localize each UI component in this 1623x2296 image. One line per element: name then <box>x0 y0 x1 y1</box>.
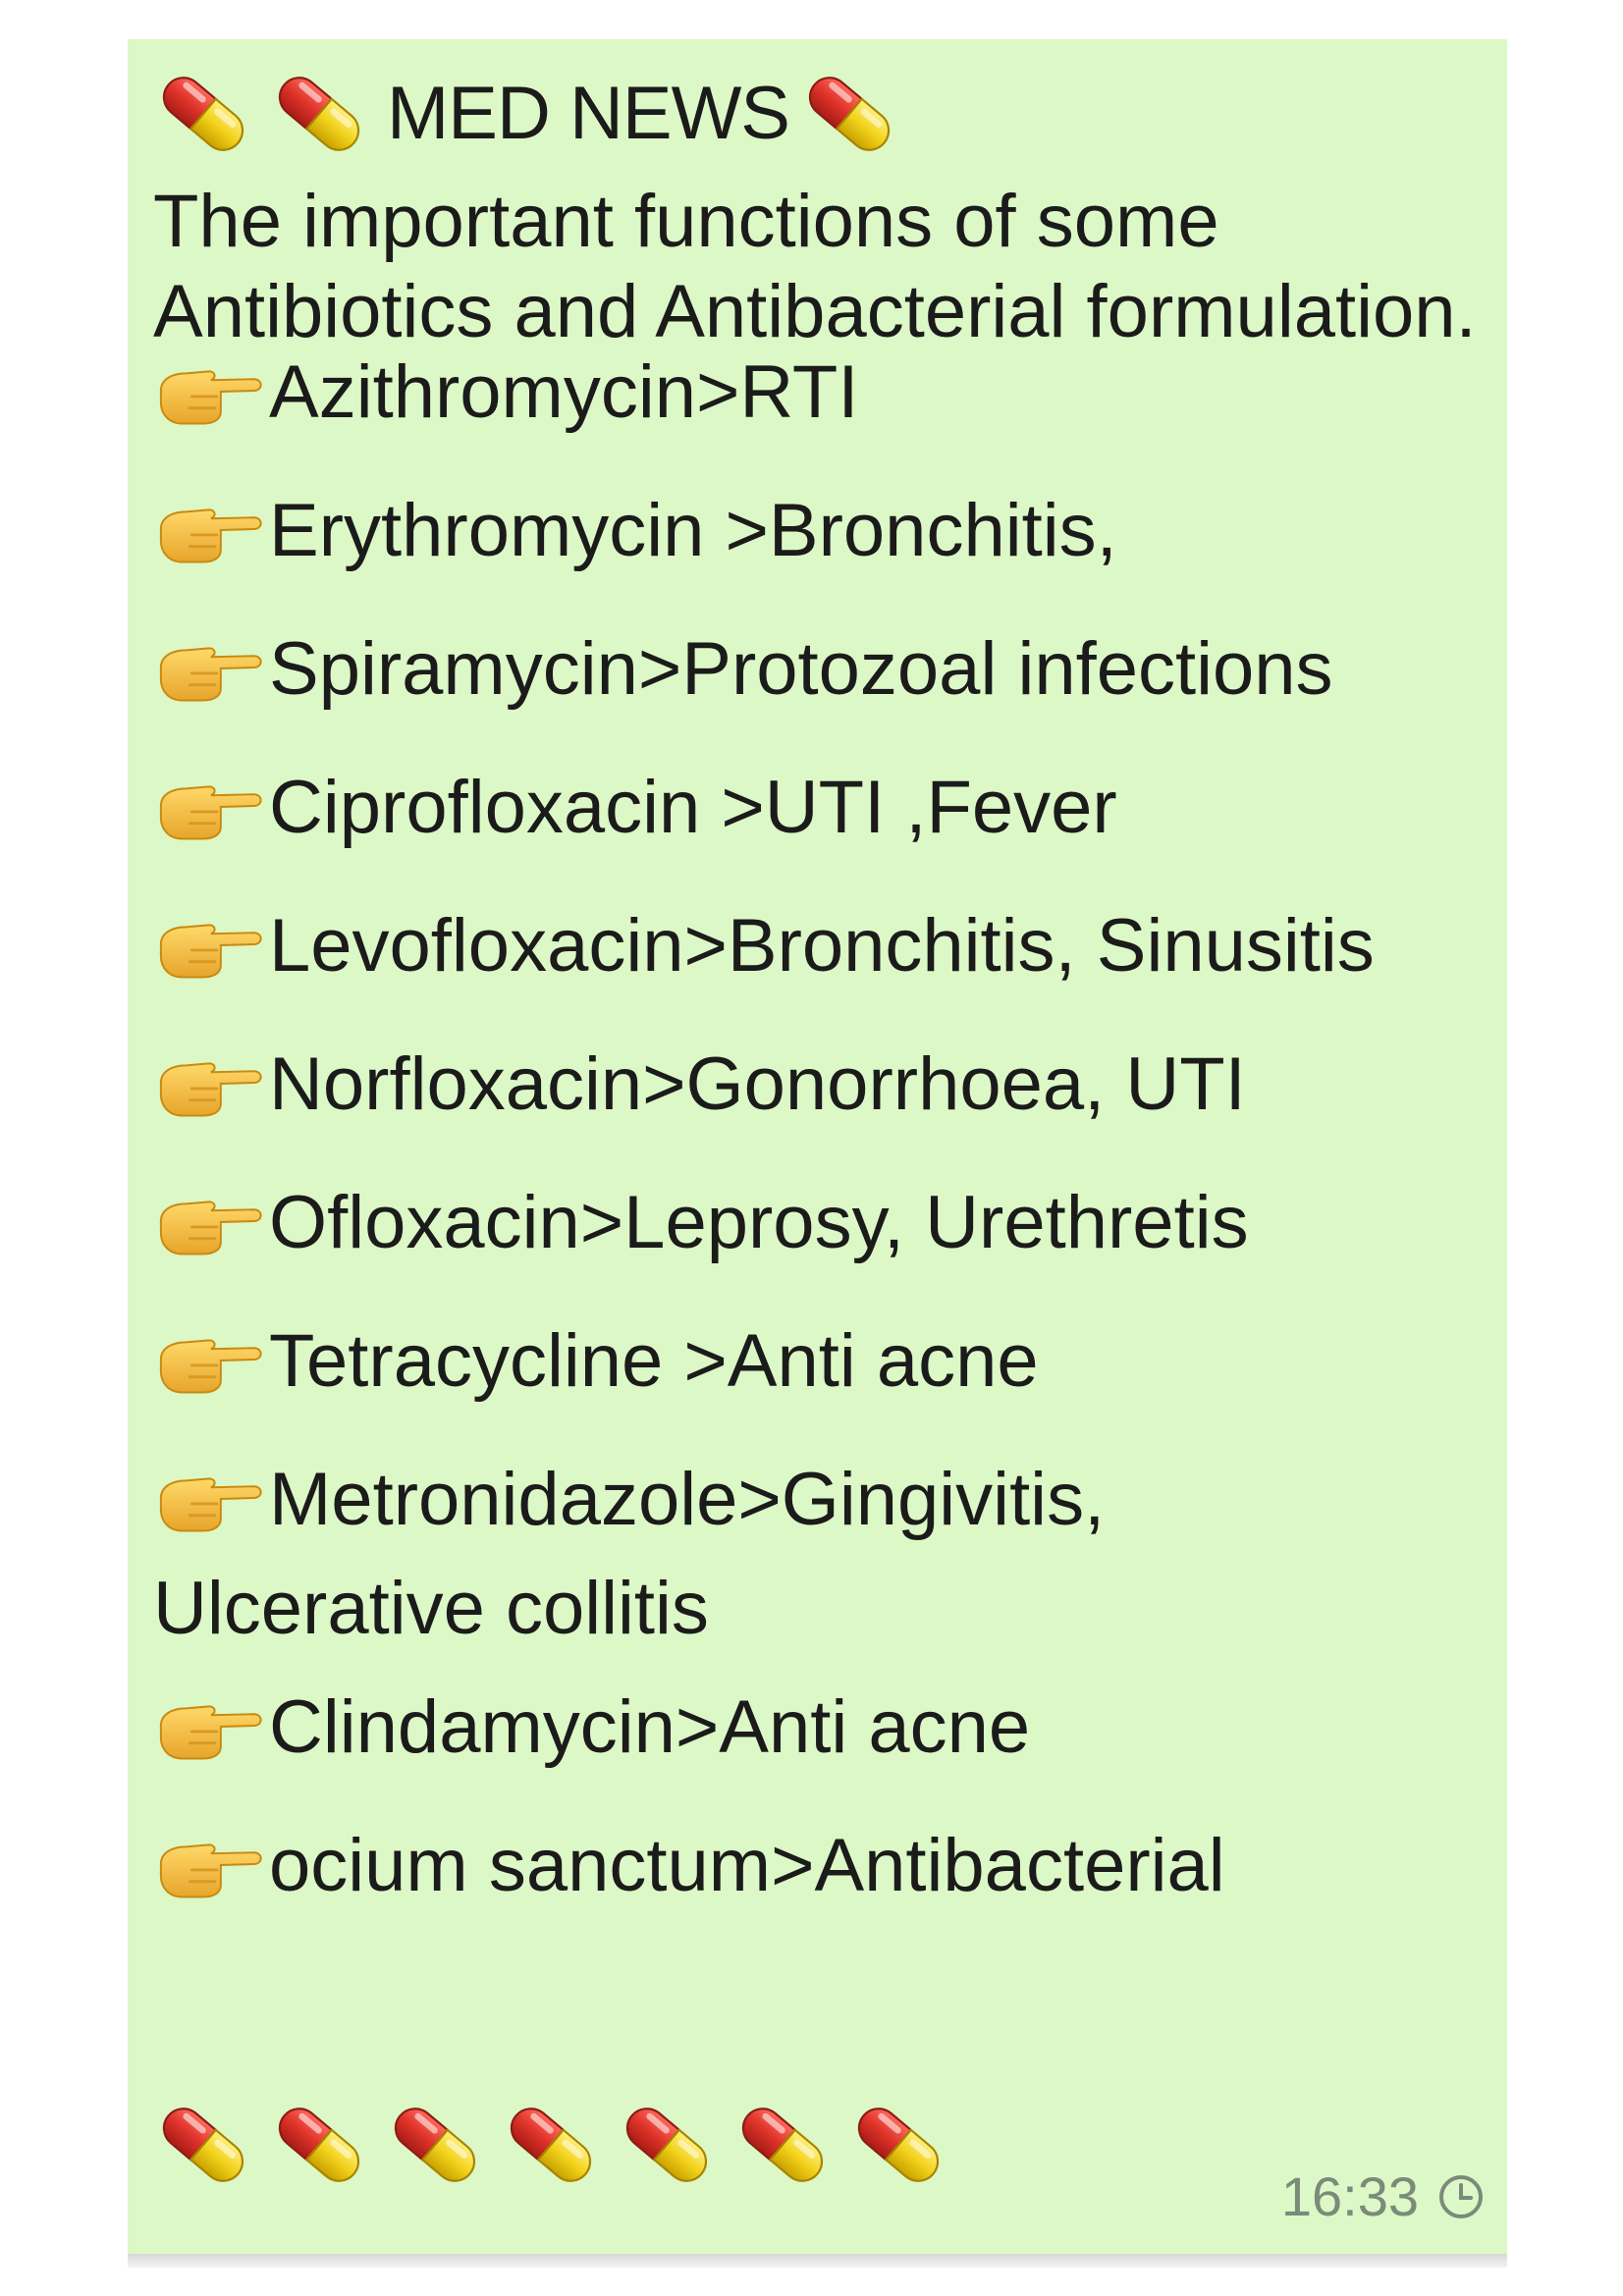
list-item: Clindamycin>Anti acne <box>153 1674 1030 1782</box>
list-item-text: Norfloxacin>Gonorrhoea, UTI <box>269 1042 1246 1126</box>
pill-capsule-icon <box>497 2091 605 2199</box>
footer-pill-row <box>149 2091 952 2199</box>
pointing-hand-icon <box>153 769 269 847</box>
pointing-hand-icon <box>153 1688 269 1767</box>
pointing-hand-icon <box>153 1461 269 1539</box>
list-item-text: Metronidazole>Gingivitis, <box>269 1458 1106 1541</box>
list-item: Norfloxacin>Gonorrhoea, UTI <box>153 1031 1246 1139</box>
list-item-text: Erythromycin >Bronchitis, <box>269 489 1117 572</box>
intro-text: The important functions of some Antibiot… <box>153 180 1477 353</box>
message-timestamp-area: 16:33 <box>1281 2164 1486 2228</box>
pill-capsule-icon <box>844 2091 952 2199</box>
pill-capsule-icon <box>795 60 903 168</box>
list-item: Ciprofloxacin >UTI ,Fever <box>153 754 1117 862</box>
list-item: Ofloxacin>Leprosy, Urethretis <box>153 1169 1249 1277</box>
pointing-hand-icon <box>153 1322 269 1401</box>
list-item-text: Levofloxacin>Bronchitis, Sinusitis <box>269 904 1375 988</box>
pointing-hand-icon <box>153 1827 269 1905</box>
pill-capsule-icon <box>729 2091 837 2199</box>
list-item: ocium sanctum>Antibacterial <box>153 1812 1225 1920</box>
list-item-text: Ofloxacin>Leprosy, Urethretis <box>269 1181 1249 1264</box>
pointing-hand-icon <box>153 907 269 986</box>
pill-capsule-icon <box>265 2091 373 2199</box>
list-item-text: Azithromycin>RTI <box>269 350 859 434</box>
list-item: Azithromycin>RTI <box>153 339 858 447</box>
list-item: Tetracycline >Anti acne <box>153 1308 1039 1415</box>
pointing-hand-icon <box>153 1184 269 1262</box>
message-header: MED NEWS <box>149 57 903 170</box>
pill-capsule-icon <box>265 60 373 168</box>
message-time: 16:33 <box>1280 2165 1419 2227</box>
bubble-shadow-divider <box>128 2254 1507 2268</box>
pointing-hand-icon <box>153 630 269 709</box>
list-item-text: Tetracycline >Anti acne <box>269 1319 1039 1403</box>
message-title: MED NEWS <box>387 71 790 155</box>
message-bubble[interactable]: MED NEWS The important functions of some… <box>128 39 1507 2260</box>
pointing-hand-icon <box>153 353 269 432</box>
pointing-hand-icon <box>153 1045 269 1124</box>
pill-capsule-icon <box>613 2091 721 2199</box>
list-item: Metronidazole>Gingivitis, <box>153 1446 1105 1554</box>
list-item-continuation: Ulcerative collitis <box>153 1567 709 1650</box>
list-item-text: Ciprofloxacin >UTI ,Fever <box>269 766 1117 849</box>
pill-capsule-icon <box>381 2091 489 2199</box>
list-item: Spiramycin>Protozoal infections <box>153 615 1333 723</box>
pill-capsule-icon <box>149 2091 257 2199</box>
list-item-text: Clindamycin>Anti acne <box>269 1685 1031 1769</box>
pointing-hand-icon <box>153 492 269 570</box>
clock-pending-icon <box>1439 2174 1483 2218</box>
list-item: Levofloxacin>Bronchitis, Sinusitis <box>153 892 1375 1000</box>
list-item: Erythromycin >Bronchitis, <box>153 477 1117 585</box>
pill-capsule-icon <box>149 60 257 168</box>
list-item-text: Spiramycin>Protozoal infections <box>269 627 1333 711</box>
list-item-text: ocium sanctum>Antibacterial <box>269 1824 1225 1907</box>
